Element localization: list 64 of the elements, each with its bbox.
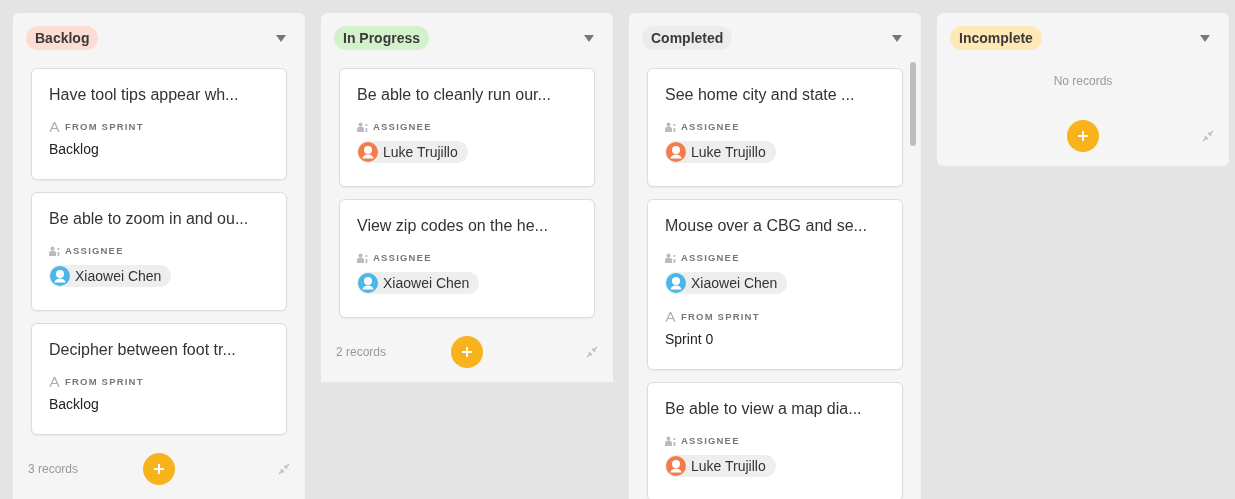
card-title: Have tool tips appear wh... — [49, 86, 240, 104]
add-record-button[interactable] — [451, 336, 483, 368]
field-value: Sprint 0 — [665, 331, 715, 347]
plus-icon — [1077, 130, 1089, 142]
card-title: Be able to cleanly run our... — [357, 86, 552, 104]
field-label: ASSIGNEE — [681, 252, 740, 263]
assignee-chip[interactable]: Luke Trujillo — [665, 455, 776, 477]
column-tag[interactable]: Completed — [642, 26, 733, 50]
collapse-icon[interactable] — [586, 346, 598, 358]
record-card[interactable]: Be able to view a map dia... ASSIGNEE Luke Trujillo — [647, 382, 903, 499]
column-tag[interactable]: Backlog — [26, 26, 99, 50]
people-icon — [665, 121, 676, 132]
field-value: Backlog — [49, 396, 100, 412]
record-card[interactable]: See home city and state ... ASSIGNEE Luke Trujillo — [647, 68, 903, 187]
dropdown-caret-icon[interactable] — [276, 34, 286, 42]
people-icon — [357, 121, 368, 132]
text-field-icon — [49, 376, 60, 387]
assignee-chip[interactable]: Xiaowei Chen — [49, 265, 172, 287]
field-label: ASSIGNEE — [373, 252, 432, 263]
record-count: 2 records — [336, 345, 388, 359]
collapse-icon[interactable] — [278, 463, 290, 475]
field-label: ASSIGNEE — [681, 121, 740, 132]
add-record-button[interactable] — [143, 453, 175, 485]
assignee-chip[interactable]: Luke Trujillo — [665, 141, 776, 163]
field-label: ASSIGNEE — [373, 121, 432, 132]
assignee-chip[interactable]: Luke Trujillo — [357, 141, 468, 163]
text-field-icon — [665, 311, 676, 322]
collapse-icon[interactable] — [1202, 130, 1214, 142]
dropdown-caret-icon[interactable] — [584, 34, 594, 42]
plus-icon — [153, 463, 165, 475]
field-label: FROM SPRINT — [65, 121, 144, 132]
card-title: Mouse over a CBG and se... — [665, 217, 868, 235]
record-card[interactable]: Mouse over a CBG and se... ASSIGNEE Xiaowei Chen FROM SPRINT Sprint 0 — [647, 199, 903, 370]
people-icon — [49, 245, 60, 256]
people-icon — [665, 252, 676, 263]
record-count: 3 records — [28, 462, 80, 476]
record-card[interactable]: Decipher between foot tr... FROM SPRINT Backlog — [31, 323, 287, 435]
card-title: Be able to view a map dia... — [665, 400, 863, 418]
column-tag[interactable]: In Progress — [334, 26, 430, 50]
record-card[interactable]: Have tool tips appear wh... FROM SPRINT Backlog — [31, 68, 287, 180]
column-tag[interactable]: Incomplete — [950, 26, 1042, 50]
text-field-icon — [49, 121, 60, 132]
people-icon — [665, 435, 676, 446]
assignee-chip[interactable]: Xiaowei Chen — [357, 272, 480, 294]
field-value: Backlog — [49, 141, 100, 157]
card-title: View zip codes on the he... — [357, 217, 549, 235]
plus-icon — [461, 346, 473, 358]
record-card[interactable]: Be able to zoom in and ou... ASSIGNEE Xiaowei Chen — [31, 192, 287, 311]
card-title: See home city and state ... — [665, 86, 856, 104]
field-label: FROM SPRINT — [681, 311, 760, 322]
dropdown-caret-icon[interactable] — [1200, 34, 1210, 42]
record-card[interactable]: Be able to cleanly run our... ASSIGNEE Luke Trujillo — [339, 68, 595, 187]
dropdown-caret-icon[interactable] — [892, 34, 902, 42]
add-record-button[interactable] — [1067, 120, 1099, 152]
field-label: ASSIGNEE — [65, 245, 124, 256]
scrollbar[interactable] — [910, 62, 916, 146]
card-title: Be able to zoom in and ou... — [49, 210, 250, 228]
assignee-chip[interactable]: Xiaowei Chen — [665, 272, 788, 294]
field-label: ASSIGNEE — [681, 435, 740, 446]
record-card[interactable]: View zip codes on the he... ASSIGNEE Xiaowei Chen — [339, 199, 595, 318]
people-icon — [357, 252, 368, 263]
field-label: FROM SPRINT — [65, 376, 144, 387]
empty-message: No records — [1052, 73, 1114, 90]
card-title: Decipher between foot tr... — [49, 341, 237, 359]
